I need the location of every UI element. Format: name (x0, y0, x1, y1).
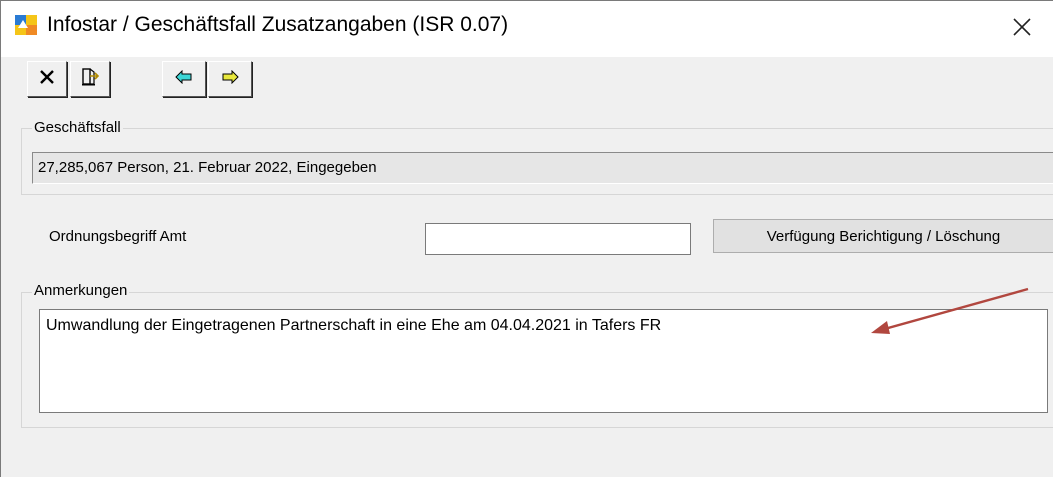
verfuegung-berichtigung-button[interactable]: Verfügung Berichtigung / Löschung (713, 219, 1053, 253)
ordnungsbegriff-label: Ordnungsbegriff Amt (49, 228, 187, 245)
exit-door-icon (80, 67, 100, 92)
toolbar-exit-button[interactable] (70, 61, 110, 97)
toolbar-previous-button[interactable] (162, 61, 206, 97)
geschaeftsfall-field: 27,285,067 Person, 21. Februar 2022, Ein… (32, 152, 1053, 184)
anmerkungen-textarea[interactable]: Umwandlung der Eingetragenen Partnerscha… (39, 309, 1048, 413)
arrow-right-icon (221, 69, 239, 89)
app-icon (15, 15, 37, 35)
toolbar-cancel-button[interactable] (27, 61, 67, 97)
anmerkungen-legend: Anmerkungen (32, 282, 130, 299)
title-bar[interactable]: Infostar / Geschäftsfall Zusatzangaben (… (1, 1, 1053, 57)
toolbar-next-button[interactable] (208, 61, 252, 97)
dialog-window: Infostar / Geschäftsfall Zusatzangaben (… (0, 0, 1053, 477)
geschaeftsfall-legend: Geschäftsfall (32, 119, 123, 136)
close-x-icon (39, 69, 55, 90)
arrow-left-icon (175, 69, 193, 89)
close-icon (1013, 17, 1031, 41)
window-close-button[interactable] (991, 1, 1053, 57)
window-title: Infostar / Geschäftsfall Zusatzangaben (… (47, 13, 509, 36)
ordnungsbegriff-input[interactable] (425, 223, 691, 255)
